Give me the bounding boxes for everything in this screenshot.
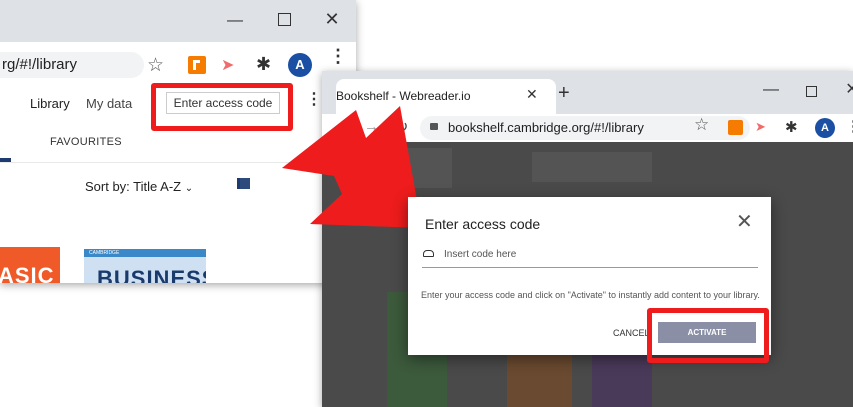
browser-menu-icon[interactable]: ⋮ — [846, 117, 853, 135]
dialog-title: Enter access code — [425, 216, 541, 232]
tab-favourites[interactable]: FAVOURITES — [50, 136, 122, 148]
key-icon — [423, 250, 434, 257]
extension-orange-icon[interactable] — [728, 120, 743, 135]
book-title: ASIC — [0, 263, 55, 283]
maximize-icon[interactable] — [806, 86, 817, 97]
url-field[interactable]: rg/#!/library — [0, 52, 144, 78]
extensions-puzzle-icon[interactable]: ✱ — [785, 118, 798, 136]
close-window-icon[interactable]: ✕ — [322, 10, 342, 28]
backdrop-shape — [532, 152, 652, 182]
cover-publisher: CAMBRIDGE — [89, 250, 120, 256]
highlight-access-code — [151, 83, 293, 131]
access-code-placeholder: Insert code here — [444, 249, 517, 260]
list-view-icon[interactable] — [237, 178, 250, 189]
browser-menu-icon[interactable]: ⋮ — [329, 47, 347, 65]
highlight-activate — [647, 308, 769, 363]
bookmark-star-icon[interactable]: ☆ — [147, 54, 164, 77]
new-tab-icon[interactable]: + — [558, 82, 570, 105]
chevron-down-icon: ⌄ — [184, 183, 194, 194]
access-code-input[interactable]: Insert code here — [422, 243, 758, 268]
book-cover-business[interactable]: CAMBRIDGE BUSINESS — [84, 249, 206, 283]
maximize-icon[interactable] — [278, 13, 291, 26]
nav-library[interactable]: Library — [30, 96, 70, 111]
sort-label: Sort by: Title A-Z — [85, 179, 182, 194]
minimize-icon[interactable]: — — [761, 82, 781, 98]
title-bar: — ✕ — [0, 0, 356, 42]
close-tab-icon[interactable]: ✕ — [526, 86, 538, 103]
extensions-puzzle-icon[interactable]: ✱ — [256, 54, 271, 75]
url-text: bookshelf.cambridge.org/#!/library — [448, 120, 644, 135]
sort-dropdown[interactable]: Sort by: Title A-Z ⌄ — [85, 179, 193, 194]
dialog-description: Enter your access code and click on "Act… — [421, 290, 760, 300]
close-window-icon[interactable]: ✕ — [842, 82, 853, 98]
close-dialog-icon[interactable]: ✕ — [736, 209, 753, 234]
extension-arrow-icon[interactable]: ➤ — [755, 119, 766, 135]
nav-my-data[interactable]: My data — [86, 96, 132, 111]
address-bar-row: rg/#!/library ☆ ➤ ✱ A ⋮ — [0, 42, 356, 87]
extension-arrow-icon[interactable]: ➤ — [221, 55, 234, 75]
bookmark-star-icon[interactable]: ☆ — [694, 115, 709, 135]
profile-avatar[interactable]: A — [815, 118, 835, 138]
tab-title: Bookshelf - Webreader.io — [336, 89, 471, 103]
book-cover-basic[interactable]: ASIC — [0, 247, 60, 283]
active-tab-indicator — [0, 158, 11, 162]
minimize-icon[interactable]: — — [225, 13, 245, 29]
profile-avatar[interactable]: A — [288, 53, 312, 77]
cancel-button[interactable]: CANCEL — [613, 328, 650, 338]
book-title: BUSINESS — [97, 266, 206, 283]
extension-orange-icon[interactable] — [188, 56, 206, 74]
